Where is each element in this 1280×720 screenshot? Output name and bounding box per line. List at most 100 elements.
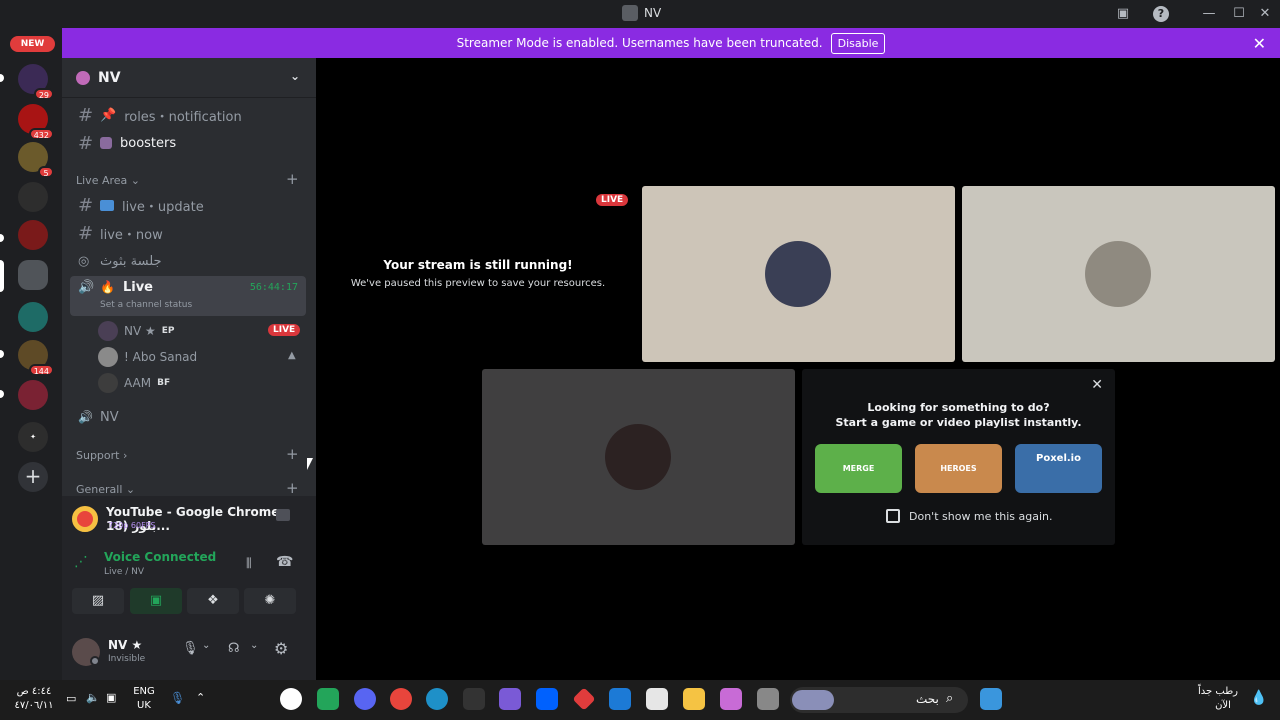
speaker-icon: 🔊 [78,280,95,295]
channel-stage[interactable]: ◎ جلسة بثوث [70,248,306,274]
signal-icon[interactable]: ⋰ [74,554,88,570]
channel-live-voice[interactable]: 🔊 🔥 Live 56:44:17 Set a channel status [70,276,306,316]
activity-game-tile[interactable]: HEROES [915,444,1002,493]
voice-user-row[interactable]: ! Abo Sanad [98,346,197,368]
server-icon[interactable] [18,220,48,250]
category-live-area[interactable]: Live Area ⌄ [76,174,140,187]
stop-stream-icon[interactable] [276,509,290,521]
chevron-down-icon[interactable]: ⌄ [250,640,258,651]
settings-icon[interactable]: ⚙ [274,639,288,658]
close-window-button[interactable]: ✕ [1257,6,1273,22]
inbox-icon[interactable]: ▣ [1115,6,1131,22]
volume-icon[interactable]: 🔈 [86,691,100,704]
voice-connected-panel: ⋰ Voice Connected Live / NV ⫼ ☎ [62,542,316,628]
channel-nv-voice[interactable]: 🔊 NV [70,404,306,430]
camera-off-button[interactable]: ▨ [72,588,124,614]
mail-icon[interactable] [609,688,631,710]
dropbox-icon[interactable] [536,688,558,710]
weather-subtext[interactable]: الآن [1206,700,1240,711]
clock-date[interactable]: ٤٧/٠٦/١١ [14,700,54,711]
server-icon[interactable]: 29 [18,64,54,100]
server-icon[interactable] [18,302,48,332]
windows-start-icon[interactable] [980,688,1002,710]
share-screen-button[interactable]: ▣ [130,588,182,614]
channel-roles[interactable]: # 📌 roles・notification [70,102,306,128]
hash-icon: # [78,194,94,216]
disable-streamer-mode-button[interactable]: Disable [830,32,886,54]
add-channel-icon[interactable]: + [286,479,299,497]
channel-boosters[interactable]: # boosters [70,130,306,156]
server-icon[interactable] [18,380,48,410]
soundboard-button[interactable]: ✺ [244,588,296,614]
speaker-icon: 🔊 [78,410,93,424]
server-rail: NEW 29 432 5 144 ✦ + [0,28,62,680]
edge-icon[interactable] [426,688,448,710]
noise-suppression-icon[interactable]: ⫼ [246,556,252,571]
category-support[interactable]: Support › [76,449,127,462]
avatar [98,321,118,341]
activity-game-tile[interactable]: MERGE [815,444,902,493]
weather-drop-icon[interactable]: 💧 [1250,690,1267,706]
battery-icon[interactable]: ▭ [66,692,76,705]
microphone-icon[interactable]: 🎙 [182,641,199,656]
dont-show-label[interactable]: Don't show me this again. [909,510,1052,523]
hash-icon: # [78,104,94,126]
activity-game-tile[interactable]: Poxel.io [1015,444,1102,493]
channel-status[interactable]: Set a channel status [100,300,192,310]
server-icon[interactable]: 432 [18,104,54,140]
file-explorer-icon[interactable] [683,688,705,710]
voice-status[interactable]: Voice Connected [104,550,216,564]
dont-show-checkbox[interactable] [886,509,900,523]
language-indicator[interactable]: ENG [130,686,158,697]
xbox-app-icon[interactable] [317,688,339,710]
help-icon[interactable]: ? [1153,6,1169,22]
server-icon[interactable] [18,182,48,212]
add-server-icon[interactable]: + [18,462,48,492]
server-icon[interactable]: 5 [18,142,54,178]
activity-title: Looking for something to do? [867,401,1050,414]
server-icon[interactable]: ✦ [18,422,48,452]
minimize-button[interactable]: — [1201,6,1217,22]
server-icon[interactable]: 144 [18,340,54,376]
selected-pill [0,260,4,292]
microphone-icon[interactable]: 🎙 [170,691,185,705]
add-channel-icon[interactable]: + [286,170,299,188]
voice-user-row[interactable]: AAM BF [98,372,170,394]
voice-user-row[interactable]: NV ★ EP [98,320,175,342]
keyboard-layout[interactable]: UK [130,700,158,711]
mouse-cursor [307,458,313,470]
channel-live-update[interactable]: # live・update [70,192,306,218]
app-icon[interactable] [572,687,596,711]
add-channel-icon[interactable]: + [286,445,299,463]
search-bar[interactable]: بحث ⌕ [790,687,968,713]
disconnect-icon[interactable]: ☎ [276,554,293,570]
discord-icon[interactable] [354,688,376,710]
clock-time[interactable]: ٤:٤٤ ص [14,686,54,697]
task-view-icon[interactable] [757,688,779,710]
banner-text: Streamer Mode is enabled. Usernames have… [456,36,823,50]
chrome-icon[interactable] [390,688,412,710]
activities-button[interactable]: ❖ [187,588,239,614]
headphones-icon[interactable]: ☊ [228,641,240,656]
guild-header[interactable]: NV ⌄ [62,58,316,98]
server-icon-selected[interactable] [18,260,48,290]
unread-pill [0,350,4,358]
participant-tile[interactable] [482,369,795,545]
participant-tile[interactable] [962,186,1275,362]
chevron-up-icon[interactable]: ⌃ [196,691,205,704]
chevron-down-icon[interactable]: ⌄ [202,640,210,651]
participant-tile[interactable] [642,186,955,362]
close-banner-icon[interactable]: ✕ [1253,34,1266,53]
app-icon[interactable] [499,688,521,710]
media-player-icon[interactable] [280,688,302,710]
epic-games-icon[interactable] [463,688,485,710]
weather-text[interactable]: رطب جداً [1196,686,1240,697]
maximize-button[interactable]: ☐ [1231,6,1247,22]
close-icon[interactable]: ✕ [1091,377,1103,393]
channel-live-now[interactable]: # live・now [70,220,306,246]
store-icon[interactable] [646,688,668,710]
copilot-icon[interactable] [720,688,742,710]
network-icon[interactable]: ▣ [106,691,116,704]
voice-location[interactable]: Live / NV [104,567,144,577]
category-general[interactable]: Generall ⌄ [76,483,135,496]
